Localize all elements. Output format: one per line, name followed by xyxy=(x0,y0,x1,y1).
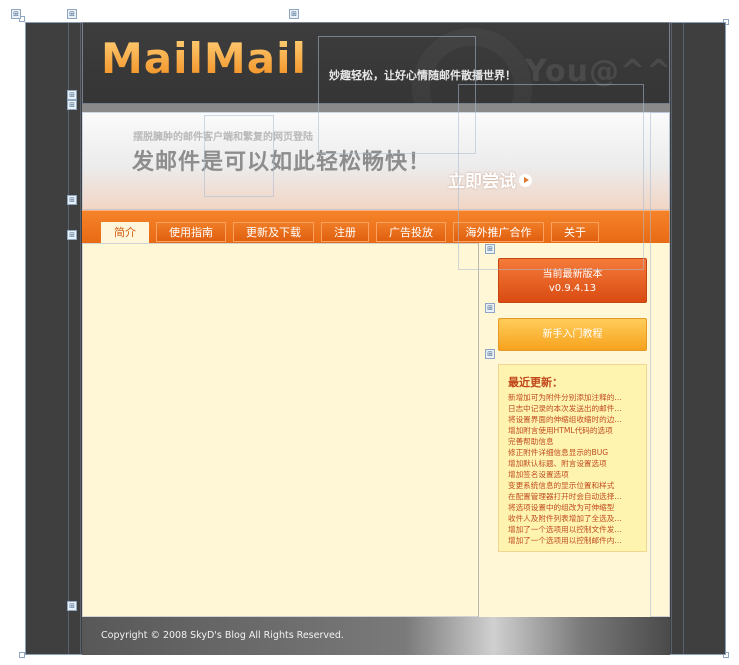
table-select-icon[interactable]: ⊞ xyxy=(11,9,21,19)
update-item[interactable]: 将设置界面的伸缩组收缩时的边... xyxy=(508,414,638,425)
try-now-label: 立即尝试 xyxy=(448,172,516,192)
banner: 摆脱臃肿的邮件客户端和繁复的网页登陆 发邮件是可以如此轻松畅快！ 立即尝试 xyxy=(82,112,670,210)
tab-intro[interactable]: 简介 xyxy=(101,222,149,244)
header-slogan: 妙趣轻松，让好心情随邮件散播世界！ xyxy=(329,69,516,82)
tab-overseas-partnership[interactable]: 海外推广合作 xyxy=(453,222,544,242)
table-select-icon[interactable]: ⊞ xyxy=(485,303,495,313)
update-item[interactable]: 完善帮助信息 xyxy=(508,436,638,447)
banner-subtitle: 摆脱臃肿的邮件客户端和繁复的网页登陆 xyxy=(133,132,313,143)
update-item[interactable]: 增加附言使用HTML代码的选项 xyxy=(508,425,638,436)
table-select-icon[interactable]: ⊞ xyxy=(67,601,77,611)
update-item[interactable]: 在配置管理器打开时会自动选择... xyxy=(508,491,638,502)
banner-title: 发邮件是可以如此轻松畅快！ xyxy=(132,150,432,175)
copyright-text: Copyright © 2008 SkyD's Blog All Rights … xyxy=(101,630,344,641)
update-item[interactable]: 将选项设置中的组改为可伸缩型 xyxy=(508,502,638,513)
table-select-icon[interactable]: ⊞ xyxy=(485,244,495,254)
tab-register[interactable]: 注册 xyxy=(321,222,369,242)
update-item[interactable]: 增加了一个选项用以控制邮件内... xyxy=(508,535,638,546)
table-select-icon[interactable]: ⊞ xyxy=(289,9,299,19)
recent-updates-panel: 最近更新： 新增加可为附件分别添加注释的... 日志中记录的本次发送出的邮件..… xyxy=(498,364,647,552)
latest-version-button[interactable]: 当前最新版本 v0.9.4.13 xyxy=(498,258,647,303)
header: MailMail 妙趣轻松，让好心情随邮件散播世界！ You@^^ xyxy=(82,22,673,148)
logo[interactable]: MailMail xyxy=(101,34,307,83)
update-item[interactable]: 增加了一个选项用以控制文件发... xyxy=(508,524,638,535)
main-content: 当前最新版本 v0.9.4.13 新手入门教程 最近更新： 新增加可为附件分别添… xyxy=(82,243,670,617)
tab-about[interactable]: 关于 xyxy=(551,222,599,242)
tab-updates-download[interactable]: 更新及下载 xyxy=(233,222,314,242)
update-item[interactable]: 增加默认标题、附言设置选项 xyxy=(508,458,638,469)
try-now-button[interactable]: 立即尝试 xyxy=(448,167,532,192)
update-item[interactable]: 日志中记录的本次发送出的邮件... xyxy=(508,403,638,414)
table-select-icon[interactable]: ⊞ xyxy=(67,100,77,110)
table-select-icon[interactable]: ⊞ xyxy=(67,230,77,240)
latest-version-number: v0.9.4.13 xyxy=(548,283,597,294)
update-item[interactable]: 收件人及附件列表增加了全选及... xyxy=(508,513,638,524)
beginner-tutorial-button[interactable]: 新手入门教程 xyxy=(498,318,647,351)
latest-version-label: 当前最新版本 xyxy=(542,269,603,280)
update-item[interactable]: 新增加可为附件分别添加注释的... xyxy=(508,392,638,403)
table-select-icon[interactable]: ⊞ xyxy=(67,9,77,19)
update-item[interactable]: 变更系统信息的显示位置和样式 xyxy=(508,480,638,491)
play-icon xyxy=(519,173,532,187)
header-watermark: You@^^ xyxy=(525,54,673,89)
update-item[interactable]: 增加签名设置选项 xyxy=(508,469,638,480)
page-container: MailMail 妙趣轻松，让好心情随邮件散播世界！ You@^^ 摆脱臃肿的邮… xyxy=(82,22,673,655)
update-item[interactable]: 修正附件详细信息显示的BUG xyxy=(508,447,638,458)
table-select-icon[interactable]: ⊞ xyxy=(67,90,77,100)
recent-updates-title: 最近更新： xyxy=(508,376,563,389)
tab-advertising[interactable]: 广告投放 xyxy=(376,222,446,242)
main-nav: 简介 使用指南 更新及下载 注册 广告投放 海外推广合作 关于 xyxy=(82,210,670,244)
footer: Copyright © 2008 SkyD's Blog All Rights … xyxy=(82,617,670,655)
tab-guide[interactable]: 使用指南 xyxy=(156,222,226,242)
table-select-icon[interactable]: ⊞ xyxy=(67,195,77,205)
banner-top-strip xyxy=(82,104,670,112)
table-select-icon[interactable]: ⊞ xyxy=(485,349,495,359)
column-divider xyxy=(478,243,479,617)
